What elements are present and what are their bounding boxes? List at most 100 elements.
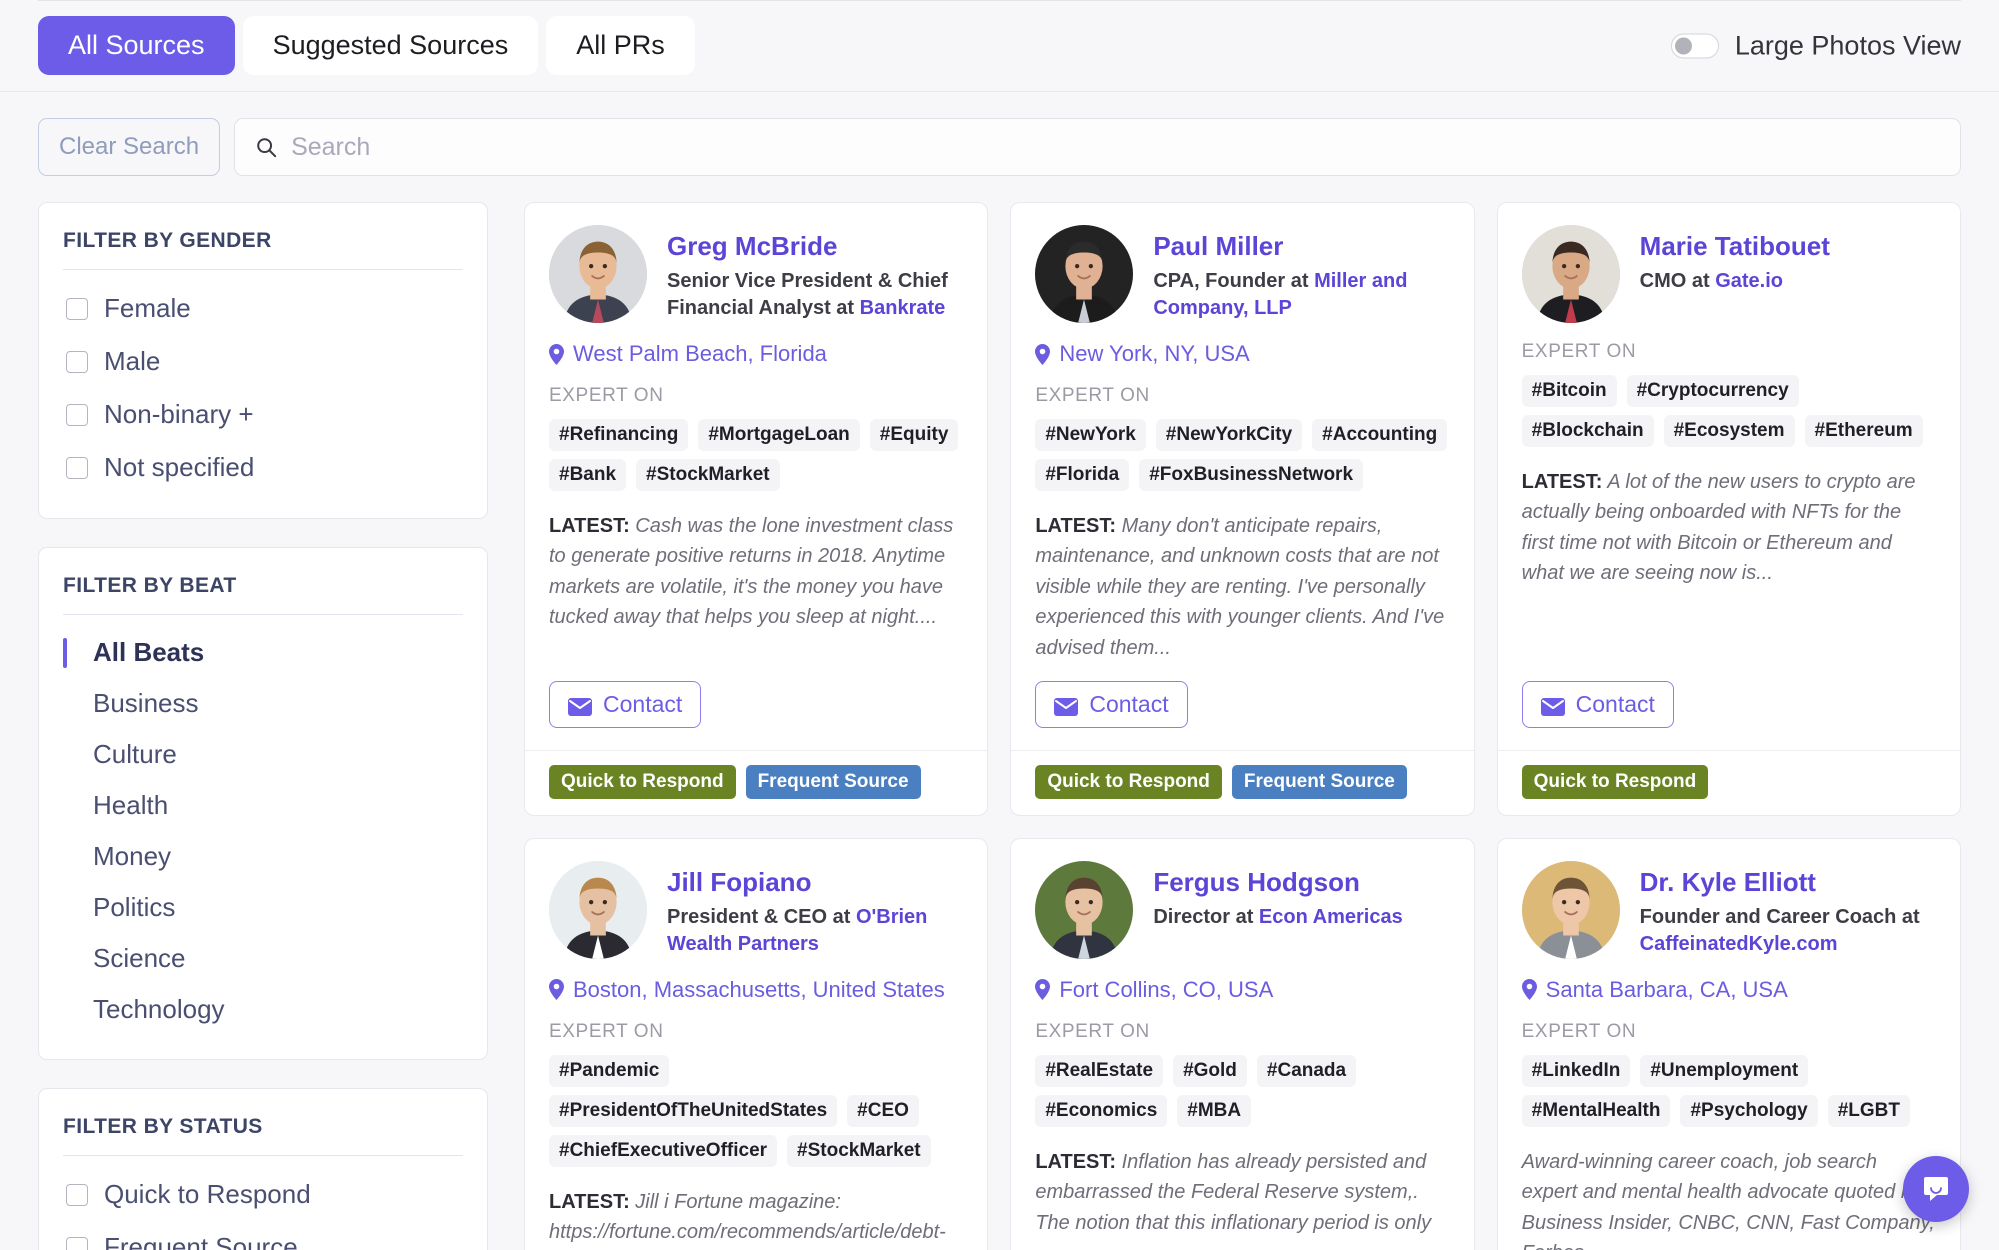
expertise-tag[interactable]: #PresidentOfTheUnitedStates <box>549 1095 837 1127</box>
contact-button[interactable]: Contact <box>1522 681 1674 728</box>
source-organization[interactable]: CaffeinatedKyle.com <box>1640 933 1838 955</box>
checkbox-icon[interactable] <box>66 404 88 426</box>
contact-button[interactable]: Contact <box>549 681 701 728</box>
beat-item-health[interactable]: Health <box>63 780 463 831</box>
expertise-tag[interactable]: #Equity <box>870 419 959 451</box>
checkbox-icon[interactable] <box>66 1237 88 1250</box>
filter-by-status-panel: FILTER BY STATUS Quick to Respond Freque… <box>38 1088 488 1250</box>
source-card-header: Marie Tatibouet CMO at Gate.io <box>1522 225 1936 323</box>
gender-option-non-binary[interactable]: Non-binary + <box>63 388 463 441</box>
beat-item-politics[interactable]: Politics <box>63 882 463 933</box>
source-title: CMO at Gate.io <box>1640 268 1936 295</box>
source-name[interactable]: Dr. Kyle Elliott <box>1640 867 1936 898</box>
large-photos-view-toggle[interactable] <box>1671 33 1719 58</box>
checkbox-icon[interactable] <box>66 1184 88 1206</box>
gender-option-not-specified[interactable]: Not specified <box>63 441 463 494</box>
gender-option-male[interactable]: Male <box>63 335 463 388</box>
expertise-tag[interactable]: #Psychology <box>1680 1095 1817 1127</box>
source-card-body: Paul MillerCPA, Founder at Miller and Co… <box>1011 203 1473 663</box>
expertise-tag[interactable]: #Economics <box>1035 1095 1167 1127</box>
source-card[interactable]: Paul MillerCPA, Founder at Miller and Co… <box>1010 202 1474 816</box>
checkbox-icon[interactable] <box>66 351 88 373</box>
expertise-tag[interactable]: #LGBT <box>1828 1095 1910 1127</box>
expert-on-label: EXPERT ON <box>1035 1021 1449 1043</box>
source-card[interactable]: Fergus Hodgson Director at Econ AmericasF… <box>1010 838 1474 1250</box>
location-pin-icon <box>1035 344 1050 365</box>
expertise-tag[interactable]: #Accounting <box>1312 419 1447 451</box>
expertise-tag[interactable]: #Blockchain <box>1522 415 1654 447</box>
checkbox-icon[interactable] <box>66 298 88 320</box>
source-role: Director at <box>1153 906 1259 928</box>
source-card-badges: Quick to RespondFrequent Source <box>1011 750 1473 815</box>
beat-item-culture[interactable]: Culture <box>63 729 463 780</box>
checkbox-icon[interactable] <box>66 457 88 479</box>
search-box[interactable] <box>234 118 1961 176</box>
source-organization[interactable]: Gate.io <box>1715 270 1783 292</box>
source-organization[interactable]: Bankrate <box>860 297 946 319</box>
tab-all-prs[interactable]: All PRs <box>546 16 695 75</box>
latest-label: LATEST: <box>1035 515 1116 537</box>
source-card[interactable]: Greg McBrideSenior Vice President & Chie… <box>524 202 988 816</box>
beat-item-business[interactable]: Business <box>63 678 463 729</box>
search-input[interactable] <box>291 133 1940 162</box>
latest-quote: LATEST: Inflation has already persisted … <box>1035 1147 1449 1238</box>
expertise-tag[interactable]: #Cryptocurrency <box>1627 375 1799 407</box>
source-card[interactable]: Marie TatibouetCMO at Gate.ioEXPERT ON#B… <box>1497 202 1961 816</box>
beat-item-science[interactable]: Science <box>63 933 463 984</box>
expertise-tag[interactable]: #NewYorkCity <box>1156 419 1302 451</box>
clear-search-button[interactable]: Clear Search <box>38 118 220 176</box>
search-icon <box>255 136 277 158</box>
expertise-tag[interactable]: #Bank <box>549 459 626 491</box>
expertise-tag[interactable]: #Ecosystem <box>1664 415 1795 447</box>
expertise-tag[interactable]: #Gold <box>1173 1055 1247 1087</box>
expertise-tag[interactable]: #FoxBusinessNetwork <box>1139 459 1363 491</box>
gender-option-female[interactable]: Female <box>63 282 463 335</box>
tab-all-sources-label: All Sources <box>68 30 205 60</box>
source-title: Founder and Career Coach at CaffeinatedK… <box>1640 904 1936 958</box>
source-card[interactable]: Dr. Kyle Elliott Founder and Career Coach… <box>1497 838 1961 1250</box>
source-identity: Fergus Hodgson Director at Econ Americas <box>1153 861 1449 931</box>
expertise-tag[interactable]: #StockMarket <box>787 1135 931 1167</box>
source-location: Boston, Massachusetts, United States <box>549 977 963 1003</box>
expertise-tag-list: #Refinancing #MortgageLoan #Equity #Bank #St… <box>549 419 963 491</box>
envelope-icon <box>1541 695 1565 713</box>
expertise-tag[interactable]: #Refinancing <box>549 419 688 451</box>
chat-bubble-icon[interactable] <box>1903 1156 1969 1222</box>
expertise-tag[interactable]: #Pandemic <box>549 1055 669 1087</box>
source-name[interactable]: Greg McBride <box>667 231 963 262</box>
source-name[interactable]: Marie Tatibouet <box>1640 231 1936 262</box>
source-name[interactable]: Fergus Hodgson <box>1153 867 1449 898</box>
source-card[interactable]: Jill FopianoPresident & CEO at O'Brien W… <box>524 838 988 1250</box>
status-option-frequent-source[interactable]: Frequent Source <box>63 1221 463 1250</box>
expertise-tag[interactable]: #Ethereum <box>1805 415 1923 447</box>
beat-item-culture-label: Culture <box>93 739 177 770</box>
beat-item-money[interactable]: Money <box>63 831 463 882</box>
expertise-tag[interactable]: #MBA <box>1177 1095 1251 1127</box>
source-name[interactable]: Jill Fopiano <box>667 867 963 898</box>
expertise-tag[interactable]: #Canada <box>1257 1055 1356 1087</box>
chat-glyph <box>1920 1173 1952 1205</box>
expertise-tag[interactable]: #StockMarket <box>636 459 780 491</box>
beat-item-technology[interactable]: Technology <box>63 984 463 1035</box>
expertise-tag[interactable]: #Florida <box>1035 459 1129 491</box>
expertise-tag[interactable]: #MortgageLoan <box>698 419 859 451</box>
contact-button[interactable]: Contact <box>1035 681 1187 728</box>
expertise-tag[interactable]: #RealEstate <box>1035 1055 1163 1087</box>
expertise-tag[interactable]: #NewYork <box>1035 419 1145 451</box>
expertise-tag[interactable]: #Bitcoin <box>1522 375 1617 407</box>
expertise-tag[interactable]: #MentalHealth <box>1522 1095 1671 1127</box>
expertise-tag[interactable]: #LinkedIn <box>1522 1055 1631 1087</box>
status-option-quick-to-respond[interactable]: Quick to Respond <box>63 1168 463 1221</box>
envelope-icon <box>568 695 592 713</box>
source-name[interactable]: Paul Miller <box>1153 231 1449 262</box>
active-indicator <box>63 893 67 923</box>
beat-item-all-beats[interactable]: All Beats <box>63 627 463 678</box>
expertise-tag[interactable]: #ChiefExecutiveOfficer <box>549 1135 777 1167</box>
tab-all-sources[interactable]: All Sources <box>38 16 235 75</box>
tab-suggested-sources[interactable]: Suggested Sources <box>243 16 539 75</box>
expertise-tag[interactable]: #CEO <box>847 1095 919 1127</box>
expertise-tag[interactable]: #Unemployment <box>1640 1055 1808 1087</box>
source-organization[interactable]: Econ Americas <box>1259 906 1403 928</box>
large-photos-view-label: Large Photos View <box>1735 30 1961 61</box>
active-indicator <box>63 995 67 1025</box>
